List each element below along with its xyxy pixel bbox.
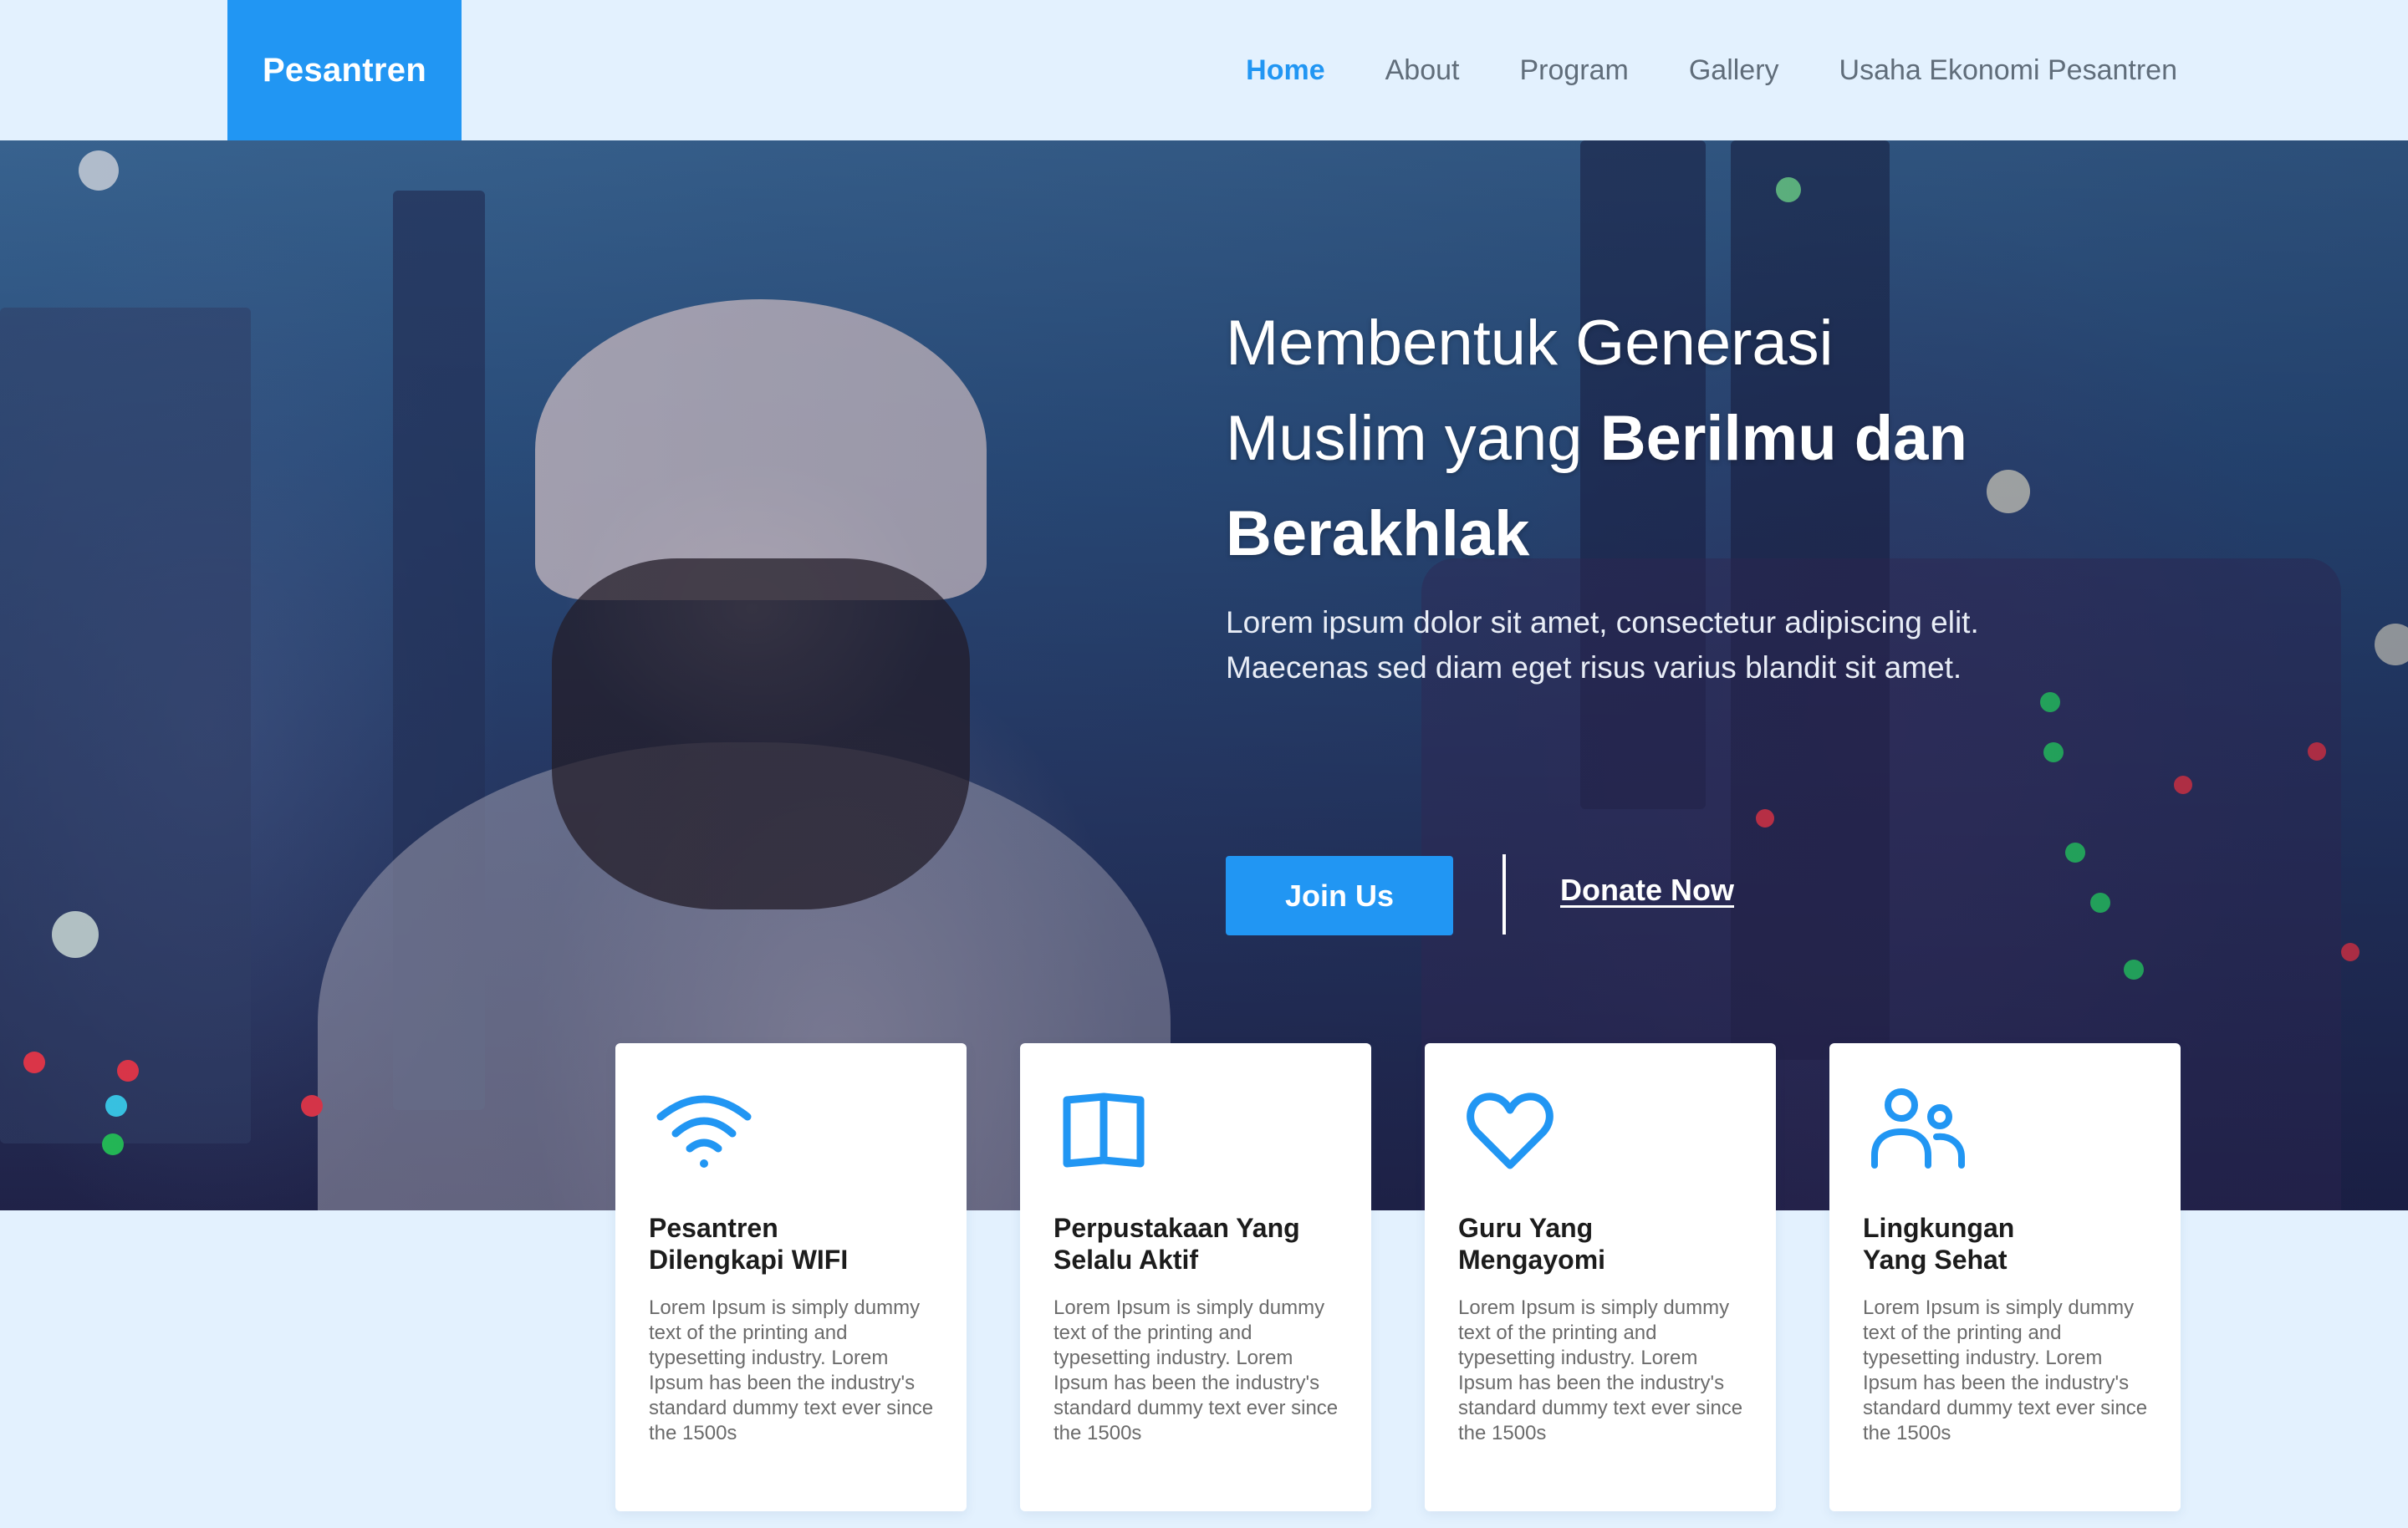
feature-title: Pesantren Dilengkapi WIFI: [649, 1213, 849, 1275]
feature-title: Lingkungan Yang Sehat: [1863, 1213, 2015, 1275]
feature-card-wifi: Pesantren Dilengkapi WIFI Lorem Ipsum is …: [615, 1043, 967, 1511]
join-us-button[interactable]: Join Us: [1226, 856, 1453, 935]
feature-title: Perpustakaan Yang Selalu Aktif: [1054, 1213, 1300, 1275]
feature-description: Lorem Ipsum is simply dummy text of the …: [1054, 1296, 1339, 1444]
nav-home[interactable]: Home: [1246, 54, 1324, 87]
heart-icon: [1465, 1088, 1562, 1172]
feature-card-environment: Lingkungan Yang Sehat Lorem Ipsum is simp…: [1829, 1043, 2181, 1511]
feature-description: Lorem Ipsum is simply dummy text of the …: [1458, 1296, 1743, 1444]
cta-divider: [1502, 854, 1506, 935]
feature-card-library: Perpustakaan Yang Selalu Aktif Lorem Ipsu…: [1020, 1043, 1371, 1511]
nav-about[interactable]: About: [1385, 54, 1460, 87]
feature-title: Guru Yang Mengayomi: [1458, 1213, 1606, 1275]
main-nav: Home About Program Gallery Usaha Ekonomi…: [1186, 0, 2177, 140]
feature-description: Lorem Ipsum is simply dummy text of the …: [649, 1296, 934, 1444]
book-icon: [1060, 1088, 1157, 1172]
feature-description: Lorem Ipsum is simply dummy text of the …: [1863, 1296, 2148, 1444]
hero-subtitle: Lorem ipsum dolor sit amet, consectetur …: [1226, 605, 1979, 685]
nav-usaha-ekonomi[interactable]: Usaha Ekonomi Pesantren: [1839, 54, 2177, 87]
nav-program[interactable]: Program: [1519, 54, 1628, 87]
wifi-icon: [656, 1088, 752, 1172]
site-header: Pesantren Home About Program Gallery Usa…: [0, 0, 2408, 140]
donate-now-link[interactable]: Donate Now: [1560, 873, 1734, 908]
users-icon: [1870, 1088, 1967, 1172]
feature-card-teacher: Guru Yang Mengayomi Lorem Ipsum is simply…: [1425, 1043, 1776, 1511]
site-logo[interactable]: Pesantren: [227, 0, 462, 140]
hero-title: Membentuk Generasi Muslim yang Berilmu d…: [1226, 308, 1967, 569]
nav-gallery[interactable]: Gallery: [1689, 54, 1779, 87]
